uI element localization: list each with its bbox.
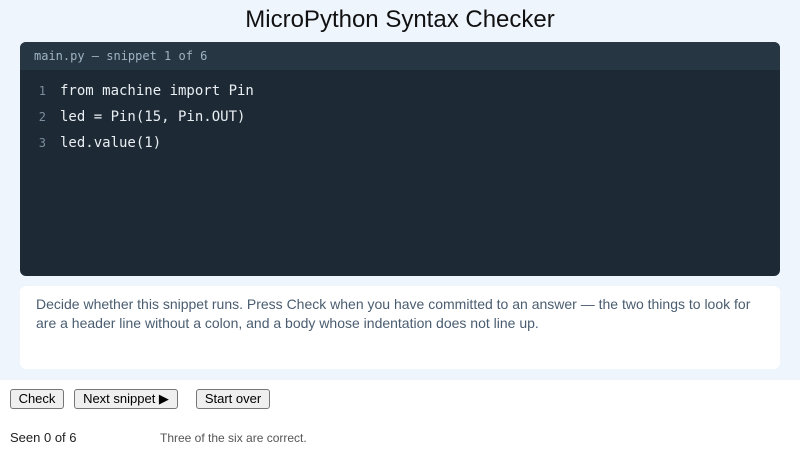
code-line: 3 led.value(1) bbox=[20, 130, 780, 156]
check-button[interactable]: Check bbox=[10, 389, 64, 409]
line-number: 3 bbox=[38, 136, 46, 150]
start-over-button[interactable]: Start over bbox=[196, 389, 270, 409]
line-code: led.value(1) bbox=[60, 135, 162, 151]
line-code: led = Pin(15, Pin.OUT) bbox=[60, 109, 246, 125]
instruction-text: Decide whether this snippet runs. Press … bbox=[36, 296, 751, 331]
editor-header: main.py — snippet 1 of 6 bbox=[20, 42, 780, 70]
code-editor: main.py — snippet 1 of 6 1 from machine i… bbox=[20, 42, 780, 276]
page-title: MicroPython Syntax Checker bbox=[245, 6, 555, 33]
instruction-box: Decide whether this snippet runs. Press … bbox=[20, 286, 780, 369]
progress-counter: Seen 0 of 6 bbox=[10, 430, 77, 445]
hint-text: Three of the six are correct. bbox=[160, 431, 307, 445]
next-snippet-button[interactable]: Next snippet ▶ bbox=[74, 389, 178, 409]
line-number: 2 bbox=[38, 110, 46, 124]
code-area: 1 from machine import Pin 2 led = Pin(15, … bbox=[20, 70, 780, 156]
line-number: 1 bbox=[38, 84, 46, 98]
code-line: 1 from machine import Pin bbox=[20, 78, 780, 104]
code-line: 2 led = Pin(15, Pin.OUT) bbox=[20, 104, 780, 130]
line-code: from machine import Pin bbox=[60, 83, 254, 99]
